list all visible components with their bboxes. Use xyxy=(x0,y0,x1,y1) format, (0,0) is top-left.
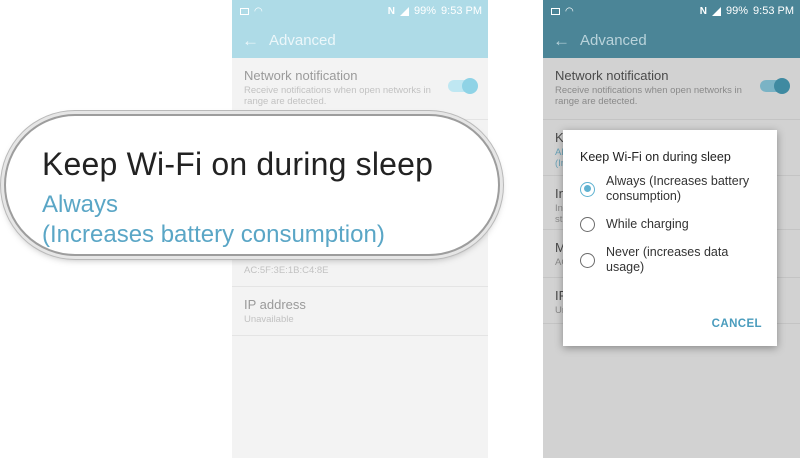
nfc-icon: N xyxy=(387,5,395,17)
toggle-knob xyxy=(774,78,790,94)
radio-unselected-icon[interactable] xyxy=(580,217,595,232)
setting-subtitle: Receive notifications when open networks… xyxy=(244,85,431,107)
option-label: Always (Increases battery consumption) xyxy=(606,174,750,203)
option-never[interactable]: Never (increases data usage) xyxy=(580,245,761,275)
cancel-button[interactable]: CANCEL xyxy=(712,318,762,330)
callout-title: Keep Wi-Fi on during sleep xyxy=(42,146,434,182)
app-bar: ← Advanced xyxy=(232,22,488,58)
option-label: While charging xyxy=(606,217,689,231)
keep-wifi-dialog: Keep Wi-Fi on during sleep Always (Incre… xyxy=(563,130,777,346)
clock: 9:53 PM xyxy=(441,5,482,17)
clock: 9:53 PM xyxy=(753,5,794,17)
wifi-icon: ◠ xyxy=(565,5,574,17)
callout-selected-note: (Increases battery consumption) xyxy=(42,221,385,248)
option-always[interactable]: Always (Increases battery consumption) xyxy=(580,174,761,204)
network-notification-toggle[interactable] xyxy=(448,78,478,94)
radio-unselected-icon[interactable] xyxy=(580,252,595,268)
ip-address-setting: IP address Unavailable xyxy=(232,287,488,336)
network-notification-setting[interactable]: Network notification Receive notificatio… xyxy=(543,58,800,120)
gallery-icon xyxy=(240,7,249,15)
setting-subtitle: Receive notifications when open networks… xyxy=(555,85,742,107)
page-title: Advanced xyxy=(580,31,647,49)
setting-title: Network notification xyxy=(555,68,669,83)
gallery-icon xyxy=(551,7,560,15)
signal-icon xyxy=(712,6,721,16)
battery-level: 99% xyxy=(726,5,749,17)
zoom-callout: Keep Wi-Fi on during sleep Always (Incre… xyxy=(4,114,500,256)
app-bar: ← Advanced xyxy=(543,22,800,58)
battery-level: 99% xyxy=(414,5,437,17)
back-arrow-icon[interactable]: ← xyxy=(553,32,570,49)
wifi-icon: ◠ xyxy=(254,5,263,17)
callout-selected-value: Always xyxy=(42,191,119,218)
setting-title: Network notification xyxy=(244,68,358,83)
signal-icon xyxy=(400,6,409,16)
page-title: Advanced xyxy=(269,31,336,49)
setting-subtitle: AC:5F:3E:1B:C4:8E xyxy=(244,265,329,276)
status-bar: ◠ N 99% 9:53 PM xyxy=(543,0,800,22)
back-arrow-icon[interactable]: ← xyxy=(242,32,259,49)
status-bar: ◠ N 99% 9:53 PM xyxy=(232,0,488,22)
setting-subtitle: Unavailable xyxy=(244,314,294,325)
network-notification-toggle[interactable] xyxy=(760,78,790,94)
radio-selected-icon[interactable] xyxy=(580,181,595,197)
option-label: Never (increases data usage) xyxy=(606,245,729,274)
setting-title: IP address xyxy=(244,297,306,312)
option-while-charging[interactable]: While charging xyxy=(580,217,761,232)
toggle-knob xyxy=(462,78,478,94)
dialog-title: Keep Wi-Fi on during sleep xyxy=(580,150,731,164)
network-notification-setting[interactable]: Network notification Receive notificatio… xyxy=(232,58,488,120)
nfc-icon: N xyxy=(699,5,707,17)
